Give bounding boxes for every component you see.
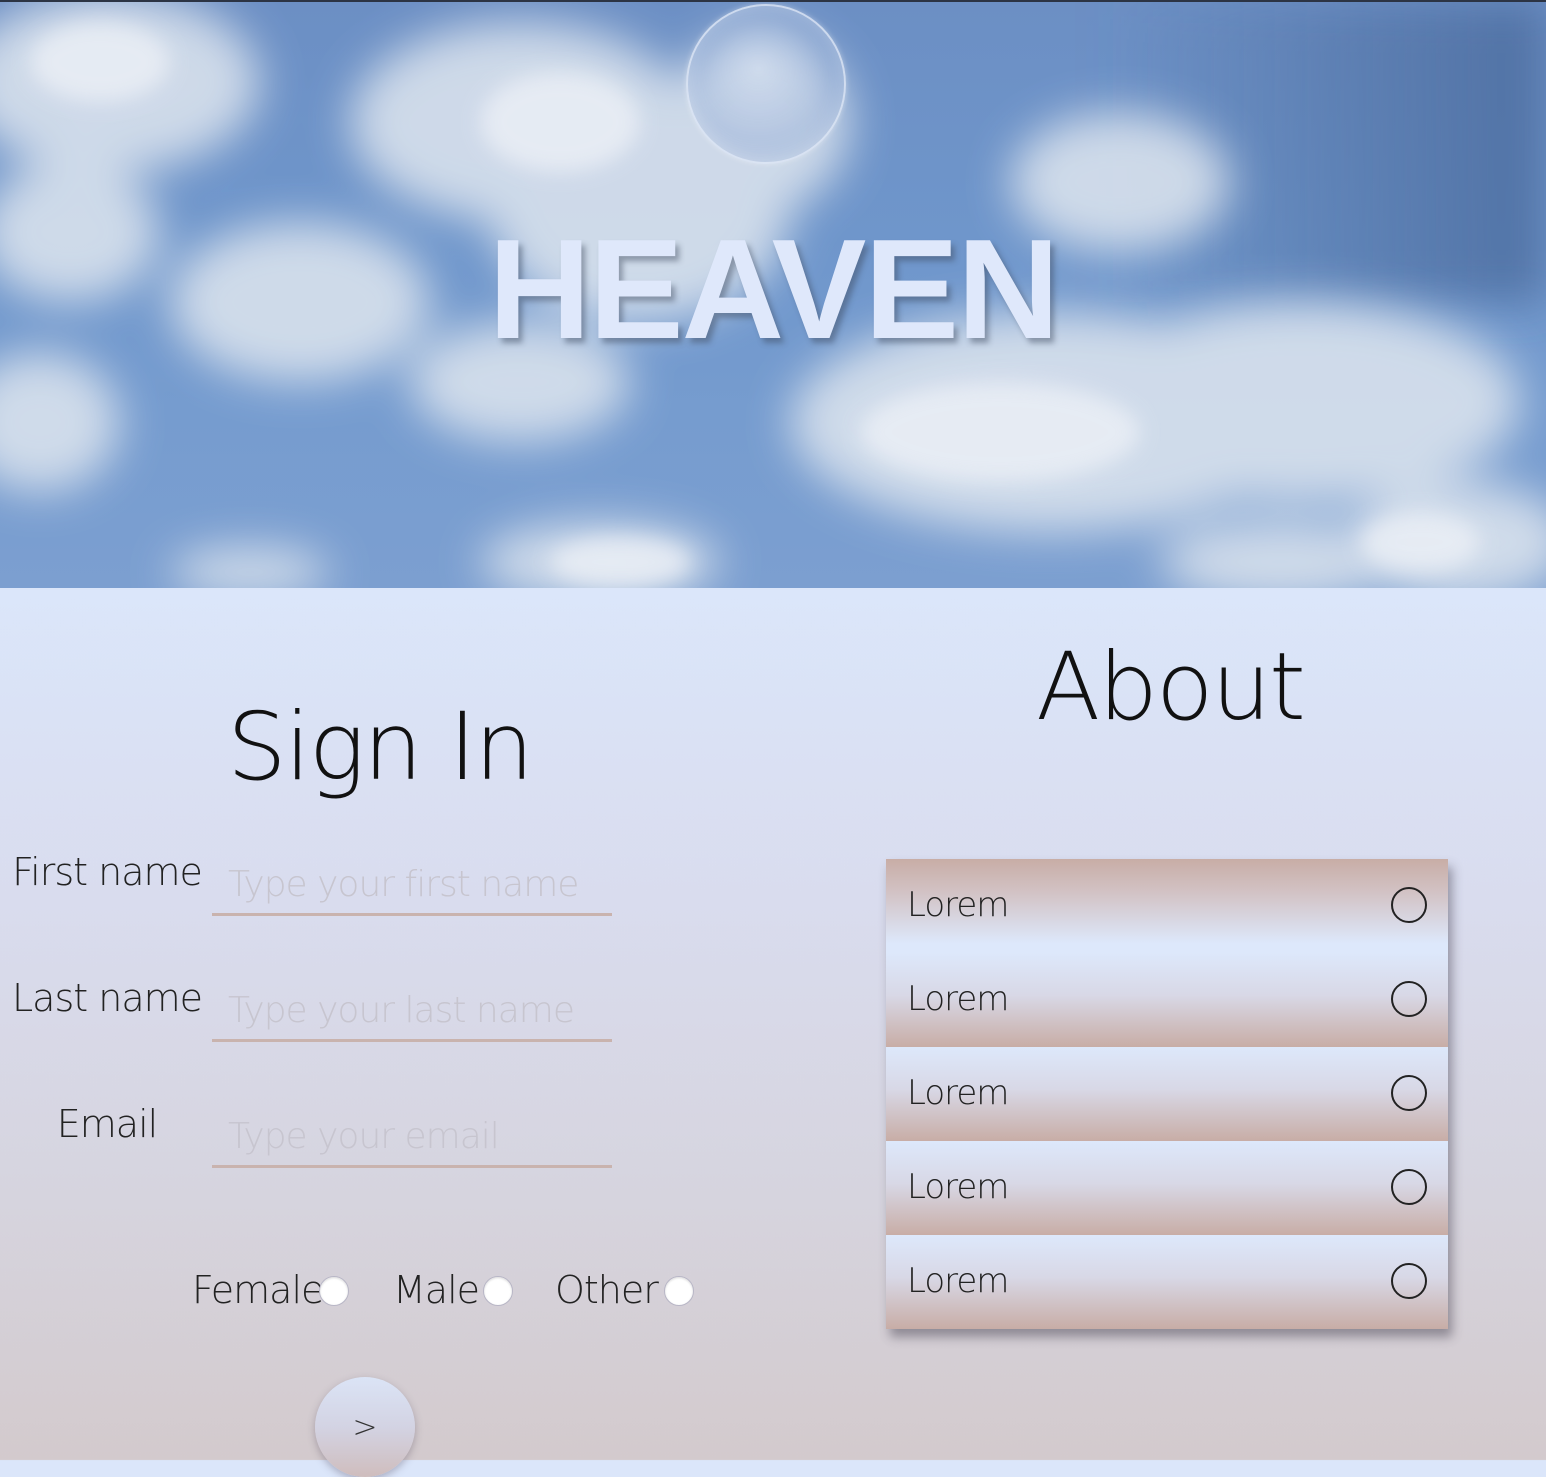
site-title: HEAVEN xyxy=(488,210,1059,369)
sign-in-heading: Sign In xyxy=(227,693,534,802)
about-list-item[interactable]: Lorem xyxy=(886,1141,1448,1235)
gender-other-label: Other xyxy=(555,1268,659,1312)
about-list-item[interactable]: Lorem xyxy=(886,1235,1448,1329)
gender-other-radio[interactable] xyxy=(664,1276,694,1306)
about-item-label: Lorem xyxy=(907,1261,1009,1301)
submit-button[interactable]: > xyxy=(315,1377,415,1477)
about-list-item[interactable]: Lorem xyxy=(886,953,1448,1047)
last-name-input[interactable] xyxy=(212,982,612,1042)
email-input[interactable] xyxy=(212,1108,612,1168)
circle-icon xyxy=(1391,1169,1427,1205)
about-heading: About xyxy=(1036,633,1306,742)
email-label: Email xyxy=(56,1102,158,1146)
circle-icon xyxy=(1391,981,1427,1017)
gender-female-label: Female xyxy=(192,1268,324,1312)
about-item-label: Lorem xyxy=(907,885,1009,925)
about-list-item[interactable]: Lorem xyxy=(886,1047,1448,1141)
gender-male-label: Male xyxy=(393,1268,480,1312)
about-item-label: Lorem xyxy=(907,1073,1009,1113)
first-name-input[interactable] xyxy=(212,856,612,916)
bubble-circle-icon xyxy=(686,4,846,164)
circle-icon xyxy=(1391,1075,1427,1111)
gender-female-radio[interactable] xyxy=(319,1276,349,1306)
circle-icon xyxy=(1391,1263,1427,1299)
last-name-label: Last name xyxy=(12,976,203,1020)
about-item-label: Lorem xyxy=(907,979,1009,1019)
first-name-label: First name xyxy=(12,850,203,894)
hero-banner: HEAVEN xyxy=(0,0,1546,588)
about-list-item[interactable]: Lorem xyxy=(886,859,1448,953)
about-list: Lorem Lorem Lorem Lorem Lorem xyxy=(886,859,1448,1329)
about-item-label: Lorem xyxy=(907,1167,1009,1207)
gender-male-radio[interactable] xyxy=(483,1276,513,1306)
circle-icon xyxy=(1391,887,1427,923)
